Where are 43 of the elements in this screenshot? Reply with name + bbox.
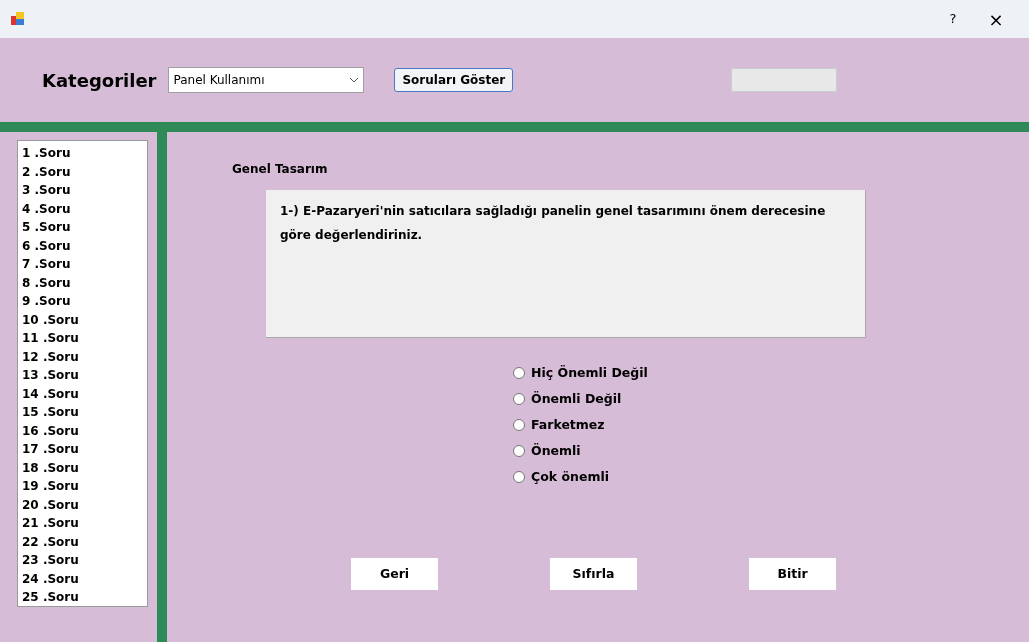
show-questions-button[interactable]: Soruları Göster bbox=[394, 68, 514, 92]
rating-radio[interactable]: Önemli Değil bbox=[513, 390, 622, 408]
question-text: 1-) E-Pazaryeri'nin satıcılara sağladığı panelin genel tasarımını önem derecesine göre değerlendiriniz. bbox=[280, 204, 826, 242]
question-list-item[interactable]: 3 .Soru bbox=[22, 181, 147, 200]
question-list[interactable] bbox=[17, 140, 148, 607]
question-list-item[interactable]: 14 .Soru bbox=[22, 384, 147, 403]
question-list-item[interactable]: 2 .Soru bbox=[22, 162, 147, 181]
question-list-item[interactable]: 16 .Soru bbox=[22, 421, 147, 440]
question-list-item[interactable]: 11 .Soru bbox=[22, 329, 147, 348]
question-list-item[interactable]: 9 .Soru bbox=[22, 292, 147, 311]
action-button[interactable]: Geri bbox=[351, 558, 438, 590]
close-button[interactable]: × bbox=[973, 5, 1019, 33]
question-list-item[interactable]: 21 .Soru bbox=[22, 514, 147, 533]
action-button[interactable]: Sıfırla bbox=[550, 558, 637, 590]
question-list-item[interactable]: 1 .Soru bbox=[22, 144, 147, 163]
rating-radio[interactable]: Farketmez bbox=[513, 416, 605, 434]
category-dropdown[interactable]: Panel Kullanımı bbox=[168, 67, 365, 93]
question-list-item[interactable]: 17 .Soru bbox=[22, 440, 147, 459]
rating-radio[interactable]: Hiç Önemli Değil bbox=[513, 364, 648, 382]
question-list-item[interactable]: 8 .Soru bbox=[22, 273, 147, 292]
app-icon bbox=[10, 11, 26, 27]
category-label: Kategoriler bbox=[42, 68, 157, 93]
question-list-item[interactable]: 5 .Soru bbox=[22, 218, 147, 237]
question-list-item[interactable]: 22 .Soru bbox=[22, 532, 147, 551]
question-list-item[interactable]: 20 .Soru bbox=[22, 495, 147, 514]
rating-radio[interactable]: Önemli bbox=[513, 442, 581, 460]
question-list-item[interactable]: 13 .Soru bbox=[22, 366, 147, 385]
section-title: Genel Tasarım bbox=[232, 161, 329, 178]
question-list-item[interactable]: 24 .Soru bbox=[22, 569, 147, 588]
question-list-item[interactable]: 15 .Soru bbox=[22, 403, 147, 422]
question-list-item[interactable]: 7 .Soru bbox=[22, 255, 147, 274]
action-button[interactable]: Bitir bbox=[749, 558, 836, 590]
question-list-item[interactable]: 23 .Soru bbox=[22, 551, 147, 570]
question-list-item[interactable]: 19 .Soru bbox=[22, 477, 147, 496]
rating-radio[interactable]: Çok önemli bbox=[513, 468, 609, 486]
chevron-down-icon bbox=[349, 77, 360, 83]
question-list-item[interactable]: 18 .Soru bbox=[22, 458, 147, 477]
help-button[interactable]: ? bbox=[933, 9, 973, 29]
question-list-item[interactable]: 12 .Soru bbox=[22, 347, 147, 366]
question-list-item[interactable]: 6 .Soru bbox=[22, 236, 147, 255]
question-list-item[interactable]: 10 .Soru bbox=[22, 310, 147, 329]
question-list-item[interactable]: 4 .Soru bbox=[22, 199, 147, 218]
question-list-item[interactable]: 25 .Soru bbox=[22, 588, 147, 607]
